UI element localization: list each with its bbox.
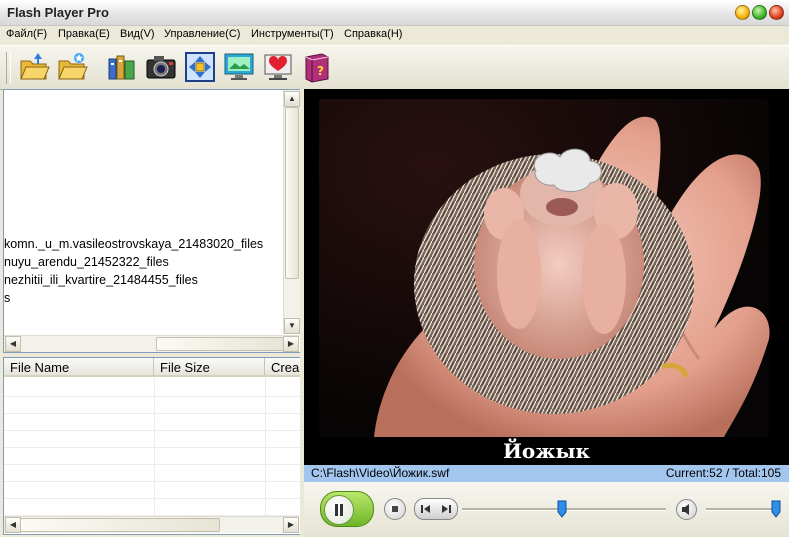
table-row[interactable] (4, 396, 300, 414)
scroll-up-icon[interactable]: ▲ (284, 91, 300, 107)
table-row[interactable] (4, 498, 300, 516)
menu-file[interactable]: Файл(F) (6, 28, 47, 40)
tree-horizontal-scrollbar[interactable]: ◀ ▶ (4, 335, 299, 352)
previous-icon (421, 505, 430, 513)
column-file-name[interactable]: File Name (4, 358, 154, 377)
scroll-thumb[interactable] (156, 337, 284, 351)
status-bar: C:\Flash\Video\Йожик.swf Current:52 / To… (304, 465, 789, 482)
video-caption: Йожык (503, 439, 590, 463)
table-row[interactable] (4, 413, 300, 431)
maximize-button[interactable] (752, 5, 767, 20)
column-file-size[interactable]: File Size (154, 358, 265, 377)
scroll-right-icon[interactable]: ▶ (283, 517, 299, 533)
scroll-down-icon[interactable]: ▼ (284, 318, 300, 334)
pause-icon (324, 495, 354, 525)
tree-item[interactable]: s (4, 291, 10, 305)
volume-button[interactable] (676, 499, 697, 520)
file-list[interactable]: File Name File Size Crea ◀ ▶ (3, 357, 301, 535)
scroll-thumb[interactable] (285, 107, 299, 279)
stop-button[interactable] (384, 498, 406, 520)
favorites-icon[interactable] (262, 51, 294, 83)
svg-text:?: ? (317, 64, 324, 78)
video-display[interactable]: Йожык (304, 89, 789, 465)
speaker-icon (682, 504, 689, 515)
menu-control[interactable]: Управление(C) (164, 28, 240, 40)
scroll-right-icon[interactable]: ▶ (283, 336, 299, 352)
toolbar-grip (6, 52, 11, 84)
open-file-icon[interactable] (18, 51, 50, 83)
menu-help[interactable]: Справка(H) (344, 28, 402, 40)
camera-icon[interactable] (145, 51, 177, 83)
stop-icon (392, 506, 398, 512)
tree-item[interactable]: nuyu_arendu_21452322_files (4, 255, 169, 269)
menu-edit[interactable]: Правка(E) (58, 28, 110, 40)
table-row[interactable] (4, 379, 300, 397)
minimize-button[interactable] (735, 5, 750, 20)
window-title: Flash Player Pro (7, 5, 109, 20)
open-folder-icon[interactable] (56, 51, 88, 83)
previous-button[interactable] (415, 499, 436, 519)
fullscreen-icon[interactable] (184, 51, 216, 83)
close-button[interactable] (769, 5, 784, 20)
filelist-horizontal-scrollbar[interactable]: ◀ ▶ (4, 516, 299, 533)
tree-vertical-scrollbar[interactable]: ▲ ▼ (283, 90, 300, 334)
table-row[interactable] (4, 447, 300, 465)
menu-view[interactable]: Вид(V) (120, 28, 155, 40)
scroll-thumb[interactable] (20, 518, 220, 532)
table-row[interactable] (4, 481, 300, 499)
file-path: C:\Flash\Video\Йожик.swf (311, 466, 450, 480)
progress-slider-thumb[interactable] (557, 500, 567, 518)
folder-tree[interactable]: komn._u_m.vasileostrovskaya_21483020_fil… (3, 89, 301, 353)
volume-slider-thumb[interactable] (771, 500, 781, 518)
column-created[interactable]: Crea (265, 358, 300, 377)
table-row[interactable] (4, 430, 300, 448)
next-button[interactable] (436, 499, 457, 519)
toolbar: ? (0, 45, 789, 90)
library-icon[interactable] (106, 51, 138, 83)
volume-track[interactable] (706, 508, 778, 511)
menu-tools[interactable]: Инструменты(T) (251, 28, 334, 40)
player-controls (304, 482, 789, 537)
next-icon (442, 505, 451, 513)
prev-next-group (414, 498, 458, 520)
scroll-left-icon[interactable]: ◀ (5, 517, 21, 533)
help-book-icon[interactable]: ? (301, 51, 333, 83)
table-row[interactable] (4, 464, 300, 482)
screen-icon[interactable] (223, 51, 255, 83)
hedgehog-video-frame (319, 99, 770, 437)
tree-item[interactable]: komn._u_m.vasileostrovskaya_21483020_fil… (4, 237, 263, 251)
title-bar: Flash Player Pro (0, 0, 789, 26)
frame-counter: Current:52 / Total:105 (665, 466, 781, 480)
menu-bar: Файл(F) Правка(E) Вид(V) Управление(C) И… (0, 26, 789, 44)
pause-button[interactable] (320, 491, 374, 527)
scroll-left-icon[interactable]: ◀ (5, 336, 21, 352)
tree-item[interactable]: nezhitii_ili_kvartire_21484455_files (4, 273, 198, 287)
